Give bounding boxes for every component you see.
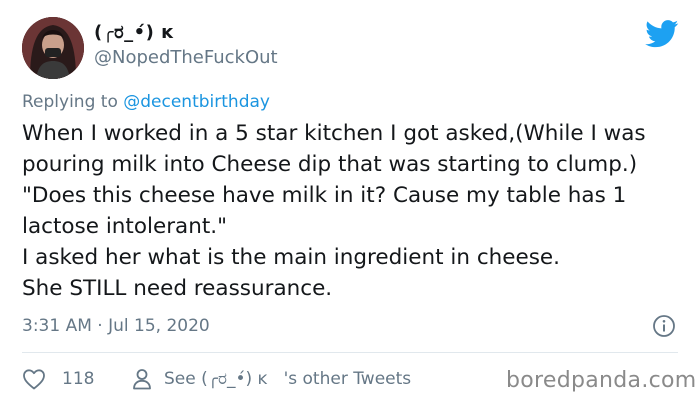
like-count: 118 (62, 369, 95, 389)
person-icon (133, 369, 151, 390)
info-icon[interactable] (652, 314, 676, 338)
reply-mention-link[interactable]: @decentbirthday (123, 92, 270, 112)
tweet-text: When I worked in a 5 star kitchen I got … (22, 121, 646, 301)
display-name[interactable]: (╭ರ_•́) ĸ ͏ ͏ ͏ (94, 22, 194, 43)
like-button[interactable]: 118 (22, 366, 94, 392)
avatar-image (22, 17, 84, 79)
heart-icon (23, 369, 45, 390)
divider (22, 352, 678, 353)
see-other-tweets-label: See (╭ರ_•́) ĸ ͏ ͏ ͏'s other Tweets (164, 369, 412, 389)
avatar[interactable] (22, 17, 84, 79)
tweet-timestamp[interactable]: 3:31 AM · Jul 15, 2020 (22, 316, 210, 336)
replying-prefix: Replying to (22, 92, 124, 112)
tweet-card: (╭ರ_•́) ĸ ͏ ͏ ͏ @NopedTheFuckOut Replyin… (0, 0, 700, 406)
twitter-bird-icon[interactable] (645, 20, 679, 48)
user-handle[interactable]: @NopedTheFuckOut (94, 47, 278, 68)
watermark: boredpanda.com (506, 368, 697, 393)
replying-to: Replying to @decentbirthday (22, 92, 270, 112)
see-other-tweets-link[interactable]: See (╭ರ_•́) ĸ ͏ ͏ ͏'s other Tweets (132, 366, 411, 392)
